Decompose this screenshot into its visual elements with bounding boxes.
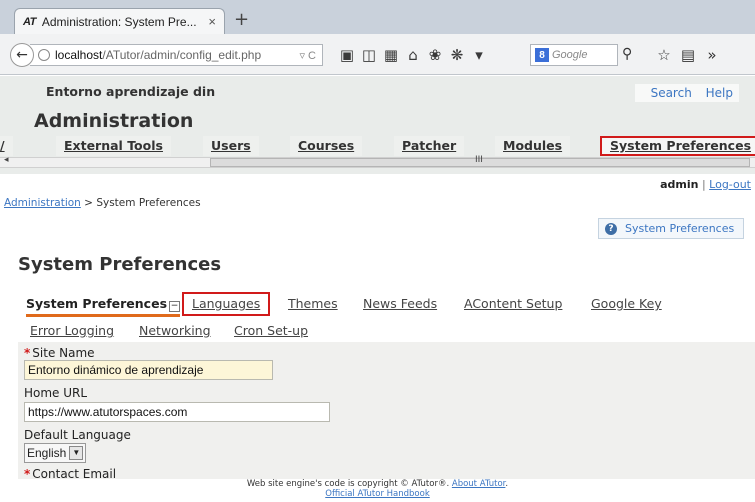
site-name-input[interactable]: Entorno dinámico de aprendizaje [24, 360, 273, 380]
tab-patcher[interactable]: Patcher [394, 136, 465, 156]
search-placeholder: Google [552, 49, 588, 61]
footer: Web site engine's code is copyright © AT… [0, 479, 755, 502]
search-bar[interactable]: 8 Google [530, 44, 618, 66]
tab-users[interactable]: Users [203, 136, 259, 156]
help-icon: ? [605, 222, 617, 235]
dropdown-icon[interactable]: ▾ [468, 46, 490, 64]
breadcrumb-separator: > [80, 197, 97, 209]
scrollbar-grip: III [475, 155, 483, 165]
main-tabs: / External Tools Users Courses Patcher M… [0, 136, 755, 156]
tab-modules[interactable]: Modules [495, 136, 571, 156]
tab-external-tools[interactable]: External Tools [56, 136, 171, 156]
settings-form: * Site Name Entorno dinámico de aprendiza… [18, 342, 755, 502]
handbook-link[interactable]: Official ATutor Handbook [325, 489, 430, 499]
required-mark: * [24, 346, 31, 360]
tab-system-preferences[interactable]: System Preferences [600, 136, 755, 156]
url-path: /ATutor/admin/config_edit.php [102, 48, 262, 62]
logout-link[interactable]: Log-out [709, 178, 751, 191]
help-link[interactable]: Help [706, 86, 733, 100]
copyright-text: Web site engine's code is copyright © AT… [246, 479, 450, 489]
url-dropdown-reload-icons[interactable]: ▿ C [299, 49, 316, 62]
breadcrumb: Administration > System Preferences [0, 197, 755, 211]
atutor-favicon-icon: AT [23, 15, 36, 28]
subtab-system-preferences-label: System Preferences [26, 296, 168, 311]
collapse-icon[interactable]: − [169, 301, 181, 312]
about-atutor-link[interactable]: About ATutor [452, 479, 506, 489]
default-language-label: Default Language [24, 428, 131, 442]
star-icon[interactable]: ☆ [652, 46, 676, 64]
subtab-languages[interactable]: Languages [182, 292, 271, 316]
header-links: Search Help [634, 84, 739, 102]
google-engine-icon: 8 [535, 48, 549, 62]
extension-icon[interactable]: ❀ [424, 46, 446, 64]
admin-title: Administration [34, 110, 194, 132]
search-icon[interactable]: ⚲ [622, 46, 632, 62]
username: admin [660, 178, 699, 191]
breadcrumb-administration[interactable]: Administration [4, 197, 81, 209]
apps-icon[interactable]: ▦ [380, 46, 402, 64]
user-bar: admin | Log-out [660, 178, 751, 191]
tab-courses[interactable]: Courses [290, 136, 363, 156]
subtab-error-logging[interactable]: Error Logging [30, 323, 114, 338]
url-host: localhost [55, 48, 103, 62]
close-tab-icon[interactable]: × [208, 14, 216, 29]
reader-icon[interactable]: ▣ [336, 46, 358, 64]
tab-strip: AT Administration: System Pre... × + [0, 0, 755, 34]
chevron-down-icon: ▼ [69, 446, 84, 460]
subtab-networking[interactable]: Networking [139, 323, 211, 338]
footer-period: . [505, 479, 509, 489]
browser-chrome: AT Administration: System Pre... × + loc… [0, 0, 755, 75]
footer-line1: Web site engine's code is copyright © AT… [0, 479, 755, 489]
globe-icon [38, 49, 50, 61]
home-url-input[interactable]: https://www.atutorspaces.com [24, 402, 330, 422]
url-bar[interactable]: localhost/ATutor/admin/config_edit.php ▿… [30, 44, 323, 66]
separator: | [701, 178, 706, 191]
toolbar-icons: ▣ ◫ ▦ ⌂ ❀ ❋ ▾ [336, 46, 490, 64]
home-icon[interactable]: ⌂ [402, 46, 424, 64]
subtab-news-feeds[interactable]: News Feeds [363, 296, 437, 311]
sub-tabs: System Preferences − Languages Themes New… [18, 292, 755, 317]
footer-line2: Official ATutor Handbook [0, 489, 755, 499]
overflow-icon[interactable]: » [700, 46, 724, 64]
back-arrow-icon[interactable]: ← [10, 43, 34, 67]
bookmarks-icon[interactable]: ▤ [676, 46, 700, 64]
site-name-label-text: Site Name [32, 346, 95, 360]
subtab-cron-setup[interactable]: Cron Set-up [234, 323, 308, 338]
site-name-label: * Site Name [24, 346, 95, 360]
tab-title: Administration: System Pre... [41, 14, 197, 29]
breadcrumb-current: System Preferences [96, 197, 201, 209]
home-url-label: Home URL [24, 386, 88, 400]
horizontal-scrollbar[interactable]: ◂ III [0, 155, 755, 168]
subtab-google-key[interactable]: Google Key [591, 296, 662, 311]
sidebar-icon[interactable]: ◫ [358, 46, 380, 64]
puzzle-icon[interactable]: ❋ [446, 46, 468, 64]
default-language-value: English [27, 446, 67, 460]
new-tab-button[interactable]: + [234, 11, 249, 29]
navigation-bar: localhost/ATutor/admin/config_edit.php ▿… [0, 34, 755, 75]
subtab-system-preferences[interactable]: System Preferences − [26, 296, 181, 317]
site-name: Entorno aprendizaje din [46, 84, 216, 99]
browser-tab[interactable]: AT Administration: System Pre... × [14, 8, 225, 34]
search-link[interactable]: Search [651, 86, 692, 100]
subtab-acontent-setup[interactable]: AContent Setup [464, 296, 562, 311]
right-toolbar-icons: ☆ ▤ » [652, 46, 724, 64]
site-header: Entorno aprendizaje din Search Help Admi… [0, 76, 755, 174]
subtab-themes[interactable]: Themes [288, 296, 338, 311]
page-title: System Preferences [18, 254, 222, 275]
help-box-label: System Preferences [625, 222, 735, 235]
page: Entorno aprendizaje din Search Help Admi… [0, 76, 755, 502]
help-box[interactable]: ? System Preferences [598, 218, 744, 239]
scroll-left-icon[interactable]: ◂ [4, 155, 9, 165]
default-language-select[interactable]: English ▼ [24, 443, 87, 463]
tab-partial[interactable]: / [0, 136, 13, 156]
